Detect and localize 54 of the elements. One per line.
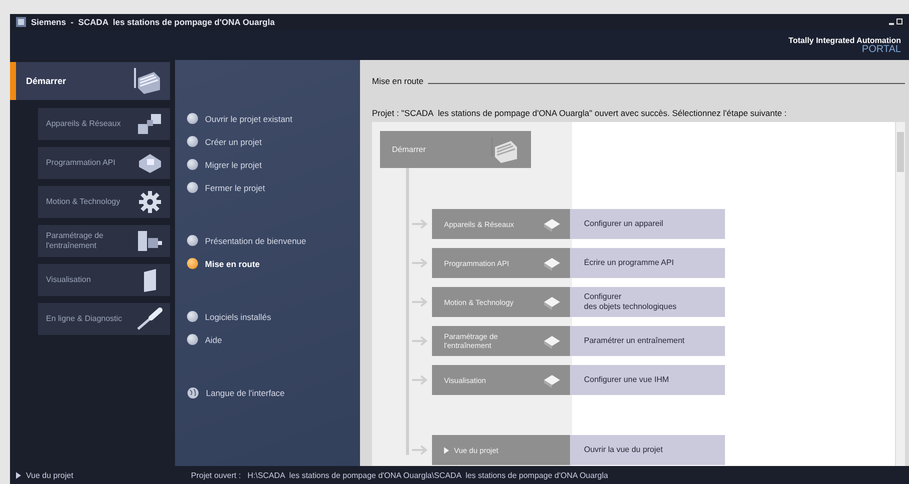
section-title: Mise en route (372, 76, 424, 86)
screwdriver-icon (136, 307, 164, 331)
globe-icon (187, 386, 199, 398)
gear-icon (136, 190, 164, 214)
chip-icon (136, 151, 164, 175)
factory-icon (489, 136, 519, 162)
action-link[interactable]: Mise en route (187, 257, 360, 270)
step-action: Configurer un appareil (583, 219, 664, 229)
portal-tab[interactable]: Paramétrage de l'entraînement (38, 225, 170, 257)
triangle-icon (16, 472, 21, 478)
step-action: Écrire un programme API (583, 258, 674, 268)
motor-icon (136, 229, 164, 253)
portal-icon (542, 216, 562, 232)
app-icon (16, 17, 26, 27)
portal-tab[interactable]: Visualisation (38, 264, 170, 296)
cubes-icon (136, 112, 164, 136)
arrow-icon (412, 219, 428, 229)
arrow-icon (412, 297, 428, 307)
action-link[interactable]: Créer un projet (187, 135, 360, 148)
window-controls-icon[interactable] (889, 18, 903, 26)
arrow-icon (412, 336, 428, 346)
project-view-link[interactable]: Vue du projet (26, 470, 74, 480)
start-portal-tab[interactable]: Démarrer (10, 62, 170, 100)
portal-tab[interactable]: Appareils & Réseaux (38, 108, 170, 140)
scrollbar[interactable] (895, 122, 905, 466)
brand-product: PORTAL (862, 45, 901, 55)
step-action: Configurer des objets technologiques (583, 292, 677, 312)
step-action: Ouvrir la vue du projet (583, 445, 663, 455)
action-link[interactable]: Langue de l'interface (187, 386, 360, 399)
brand-line: Totally Integrated Automation (788, 36, 901, 45)
action-link[interactable]: Aide (187, 333, 360, 346)
status-text: Projet ouvert : H:\SCADA les stations de pompage d'ONA Ouargla\SCADA les stations de pompage d'ONA Ouargla (190, 470, 608, 480)
portal-tab[interactable]: Programmation API (38, 147, 170, 179)
action-link[interactable]: Fermer le projet (187, 181, 360, 194)
action-link[interactable]: Présentation de bienvenue (187, 234, 360, 247)
factory-icon (132, 68, 162, 94)
action-link[interactable]: Ouvrir le projet existant (187, 112, 360, 125)
arrow-icon (412, 445, 428, 455)
portal-tab[interactable]: En ligne & Diagnostic (38, 303, 170, 335)
arrow-icon (412, 258, 428, 268)
step-action: Paramétrer un entraînement (583, 336, 684, 346)
portal-icon (542, 294, 562, 310)
portal-icon (542, 372, 562, 388)
action-link[interactable]: Logiciels installés (187, 310, 360, 323)
action-link[interactable]: Migrer le projet (187, 158, 360, 171)
step-action: Configurer une vue IHM (583, 375, 669, 385)
start-block: Démarrer (380, 131, 531, 168)
status-message: Projet : "SCADA les stations de pompage d'ONA Ouargla" ouvert avec succès. Sélectionnez l'étape suivante : (372, 108, 788, 118)
arrow-icon (412, 375, 428, 385)
triangle-icon (444, 446, 449, 454)
portal-icon (542, 255, 562, 271)
window-title: Siemens - SCADA les stations de pompage d'ONA Ouargla (31, 17, 275, 27)
portal-tab[interactable]: Motion & Technology (38, 186, 170, 218)
portal-icon (542, 333, 562, 349)
